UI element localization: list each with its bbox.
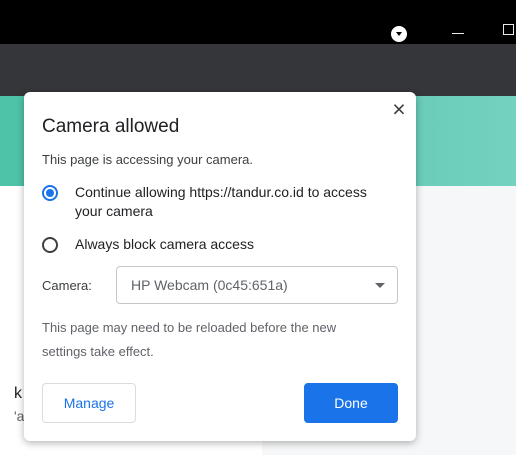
page-text-letter: 'a (14, 408, 25, 424)
radio-always-block-label[interactable]: Always block camera access (75, 235, 254, 254)
title-bar (0, 0, 516, 44)
restore-icon[interactable] (503, 24, 514, 35)
page-text-letter: k (14, 385, 22, 402)
camera-select[interactable]: HP Webcam (0c45:651a) (116, 266, 398, 304)
minimize-icon[interactable] (452, 33, 464, 34)
manage-button[interactable]: Manage (42, 383, 136, 423)
chevron-down-icon (375, 283, 385, 288)
radio-label-line: Continue allowing https://tandur.co.id t… (75, 184, 367, 200)
popup-title: Camera allowed (42, 116, 180, 137)
radio-label-line: your camera (75, 203, 153, 219)
popup-subtitle: This page is accessing your camera. (42, 152, 253, 167)
radio-always-block[interactable] (42, 237, 58, 253)
radio-continue-allowing-label[interactable]: Continue allowing https://tandur.co.id t… (75, 183, 367, 221)
camera-label: Camera: (42, 278, 92, 293)
camera-select-value: HP Webcam (0c45:651a) (131, 277, 288, 293)
reload-note-line: This page may need to be reloaded before… (42, 320, 337, 335)
reload-note-line: settings take effect. (42, 344, 154, 359)
radio-continue-allowing[interactable] (42, 185, 58, 201)
browser-toolbar: ☆ ॐ 🧩 (0, 44, 516, 127)
close-icon[interactable]: × (388, 98, 410, 121)
reload-note: This page may need to be reloaded before… (42, 316, 382, 364)
page-partial-text: k 'a (0, 330, 24, 440)
camera-permission-popup: × Camera allowed This page is accessing … (24, 92, 416, 441)
done-button[interactable]: Done (304, 383, 398, 423)
profile-icon[interactable] (391, 26, 407, 42)
